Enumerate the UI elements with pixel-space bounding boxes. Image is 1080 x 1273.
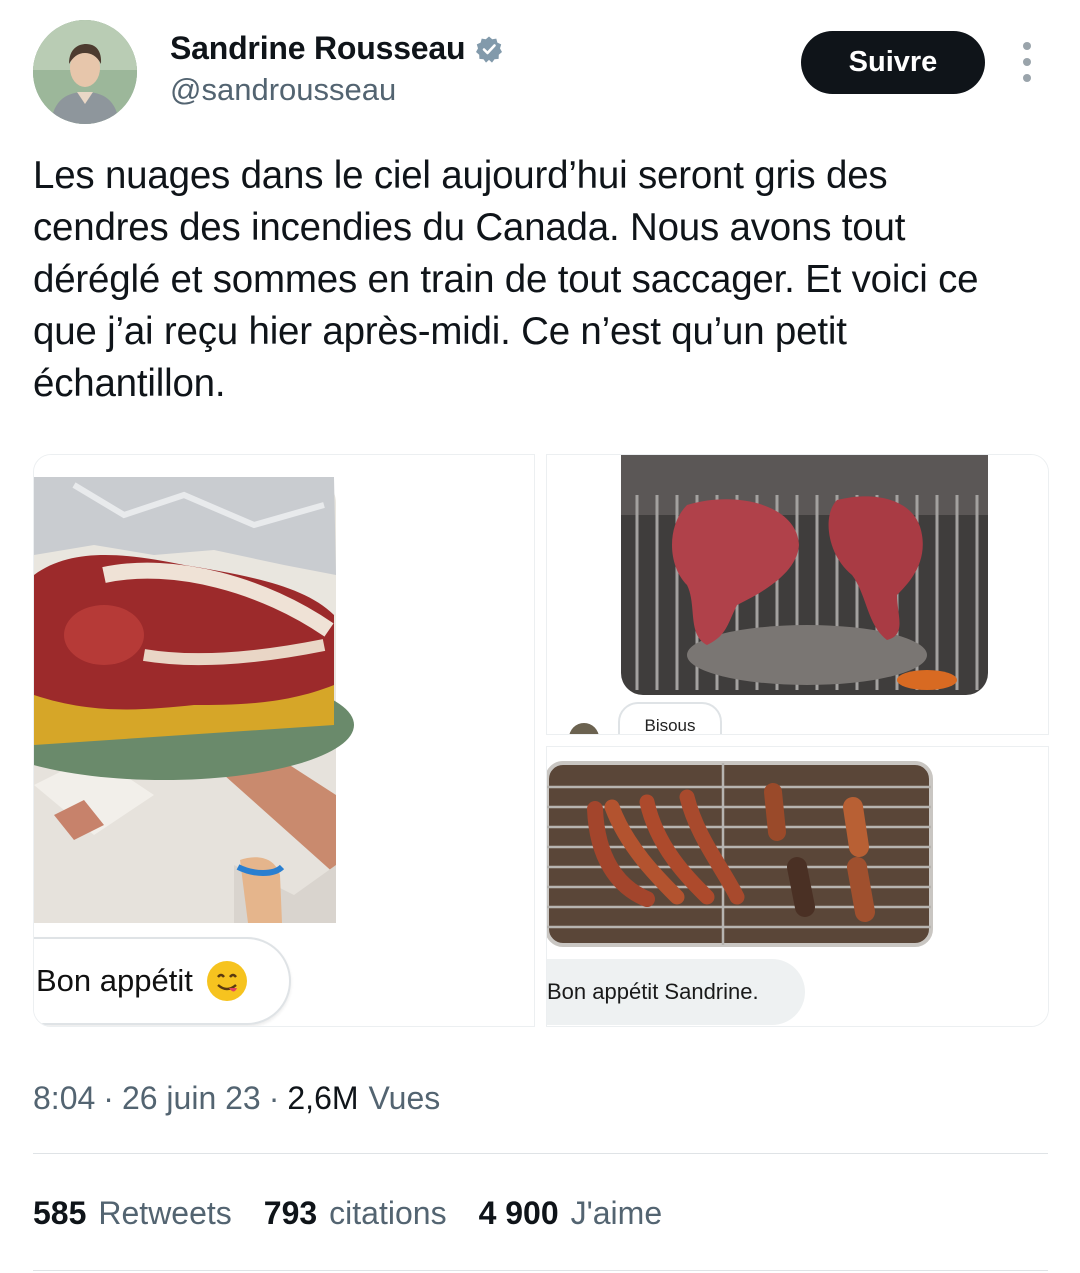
author-handle[interactable]: @sandrousseau	[170, 72, 396, 108]
quotes-label: citations	[329, 1195, 447, 1231]
retweets-stat[interactable]: 585 Retweets	[33, 1195, 232, 1232]
likes-stat[interactable]: 4 900 J'aime	[479, 1195, 663, 1232]
media-image-steaks-grill[interactable]: Bisous	[546, 454, 1049, 735]
message-bubble-bisous: Bisous	[618, 702, 722, 734]
likes-label: J'aime	[570, 1195, 663, 1231]
media-grid: Bon appétit Bisous Bon appétit Sandrine.	[33, 454, 1049, 1027]
author-avatar[interactable]	[33, 20, 137, 124]
tweet-stats: 585 Retweets 793 citations 4 900 J'aime	[33, 1195, 694, 1232]
quotes-count: 793	[263, 1195, 318, 1231]
media-image-steak-plate[interactable]: Bon appétit	[33, 454, 535, 1027]
tweet-time[interactable]: 8:04	[33, 1080, 95, 1117]
author-name[interactable]: Sandrine Rousseau	[170, 30, 466, 67]
retweets-count: 585	[33, 1195, 87, 1231]
meta-separator: ·	[103, 1080, 114, 1116]
bubble-text: Bon appétit	[36, 963, 193, 998]
tweet-text: Les nuages dans le ciel aujourd’hui sero…	[33, 154, 979, 405]
verified-badge-icon	[475, 35, 503, 63]
message-bubble-bon-appetit-sandrine: Bon appétit Sandrine.	[547, 959, 805, 1025]
yum-emoji-icon	[206, 961, 247, 1001]
divider	[33, 1153, 1048, 1154]
views-count[interactable]: 2,6M	[287, 1080, 358, 1117]
more-vertical-icon[interactable]	[1014, 42, 1040, 82]
quotes-stat[interactable]: 793 citations	[264, 1195, 447, 1232]
media-image-sausages-grill[interactable]: Bon appétit Sandrine.	[546, 746, 1049, 1027]
tweet-meta: 8:04 · 26 juin 23 · 2,6M Vues	[33, 1080, 440, 1117]
retweets-label: Retweets	[98, 1195, 232, 1231]
likes-count: 4 900	[478, 1195, 559, 1231]
views-label[interactable]: Vues	[369, 1080, 441, 1117]
message-bubble-bon-appetit: Bon appétit	[34, 937, 291, 1025]
follow-button[interactable]: Suivre	[801, 31, 985, 94]
divider	[33, 1270, 1048, 1271]
meta-separator: ·	[268, 1080, 280, 1116]
tweet-date[interactable]: 26 juin 23	[122, 1080, 261, 1117]
